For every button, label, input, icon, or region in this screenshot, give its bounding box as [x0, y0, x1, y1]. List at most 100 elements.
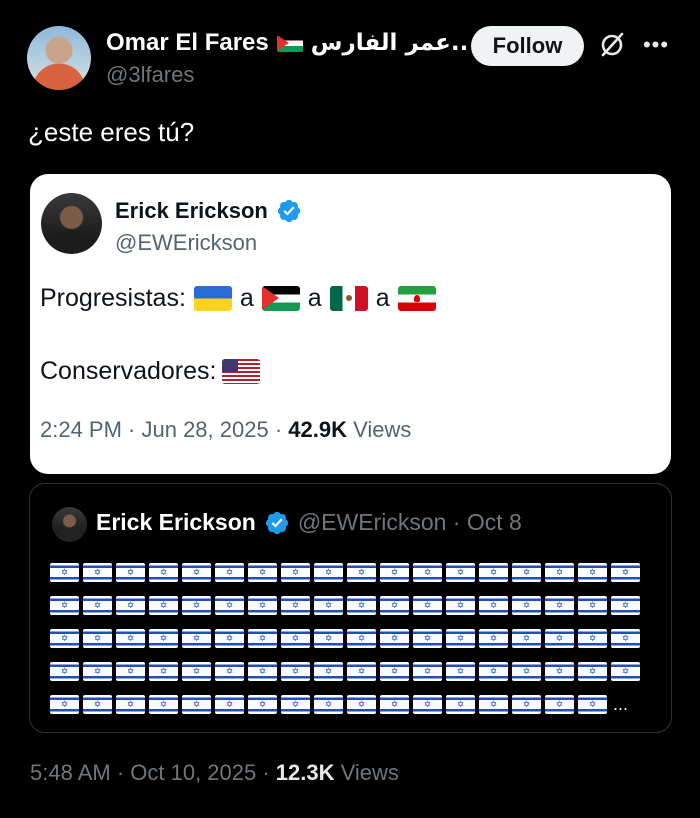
- israel-flag-icon: [446, 596, 475, 615]
- israel-flag-icon: [281, 695, 310, 714]
- israel-flag-icon: [248, 662, 277, 681]
- screenshot-name-row: Erick Erickson: [115, 198, 302, 224]
- screenshot-views-count: 42.9K: [288, 417, 347, 442]
- israel-flag-icon: [512, 629, 541, 648]
- israel-flag-icon: [83, 629, 112, 648]
- israel-flag-icon: [545, 596, 574, 615]
- israel-flag-icon: [281, 629, 310, 648]
- israel-flag-icon: [281, 662, 310, 681]
- israel-flag-icon: [116, 662, 145, 681]
- verified-badge-icon: [264, 510, 290, 536]
- grok-icon[interactable]: [597, 30, 627, 60]
- israel-flag-icon: [50, 629, 79, 648]
- author-name[interactable]: Omar El Fares: [106, 29, 269, 57]
- israel-flag-icon: [545, 563, 574, 582]
- quoted-author-avatar[interactable]: [52, 507, 87, 542]
- conservadores-label: Conservadores:: [40, 357, 217, 385]
- israel-flag-icon: [380, 695, 409, 714]
- israel-flag-icon: [314, 629, 343, 648]
- israel-flag-icon: [248, 629, 277, 648]
- israel-flag-icon: [182, 563, 211, 582]
- israel-flag-icon: [512, 662, 541, 681]
- israel-flag-icon: [116, 695, 145, 714]
- screenshot-avatar: [41, 193, 102, 254]
- israel-flag-icon: [446, 563, 475, 582]
- palestine-flag-icon: [276, 34, 303, 52]
- post-time[interactable]: 5:48 AM · Oct 10, 2025 ·: [30, 760, 276, 785]
- israel-flag-icon: [281, 563, 310, 582]
- post-views-count: 12.3K: [275, 760, 335, 785]
- israel-flag-icon: [50, 563, 79, 582]
- israel-flag-icon: [545, 695, 574, 714]
- israel-flag-icon: [578, 563, 607, 582]
- israel-flag-icon: [479, 629, 508, 648]
- quoted-header: Erick Erickson @EWErickson · Oct 8: [96, 509, 522, 536]
- screenshot-time: 2:24 PM · Jun 28, 2025 ·: [40, 417, 289, 442]
- israel-flag-icon: [314, 596, 343, 615]
- progresistas-label: Progresistas:: [40, 284, 186, 312]
- israel-flag-icon: [380, 596, 409, 615]
- israel-flag-icon: [50, 695, 79, 714]
- israel-flag-icon: [446, 695, 475, 714]
- israel-flag-icon: [380, 563, 409, 582]
- israel-flag-icon: [611, 662, 640, 681]
- israel-flag-icon: [413, 629, 442, 648]
- israel-flag-icon: [149, 695, 178, 714]
- israel-flag-icon: [512, 596, 541, 615]
- israel-flag-icon: [182, 629, 211, 648]
- israel-flag-icon: [116, 596, 145, 615]
- israel-flag-icon: [215, 629, 244, 648]
- israel-flag-icon: [479, 695, 508, 714]
- israel-flag-icon: [248, 695, 277, 714]
- more-options-icon[interactable]: •••: [641, 30, 671, 60]
- israel-flag-icon: [314, 695, 343, 714]
- israel-flag-icon: [116, 563, 145, 582]
- iran-flag-icon: [397, 286, 436, 311]
- embedded-screenshot-image[interactable]: Erick Erickson @EWErickson Progresistas:…: [30, 174, 671, 474]
- israel-flag-icon: [446, 629, 475, 648]
- israel-flag-icon: [182, 596, 211, 615]
- israel-flag-icon: [314, 563, 343, 582]
- israel-flag-icon: [149, 596, 178, 615]
- flag-row: [50, 556, 650, 589]
- usa-flag-icon: [222, 359, 261, 384]
- israel-flag-icon: [182, 695, 211, 714]
- israel-flag-icon: [413, 563, 442, 582]
- author-handle[interactable]: @3lfares: [106, 62, 194, 88]
- israel-flag-icon: [479, 662, 508, 681]
- quoted-handle-date: @EWErickson · Oct 8: [297, 509, 522, 535]
- connector-a: a: [239, 284, 254, 312]
- israel-flag-icon: [380, 662, 409, 681]
- israel-flag-icon: [215, 596, 244, 615]
- israel-flag-icon: [215, 662, 244, 681]
- quoted-tweet[interactable]: Erick Erickson @EWErickson · Oct 8 ...: [29, 483, 672, 733]
- israel-flag-icon: [149, 563, 178, 582]
- ukraine-flag-icon: [193, 286, 232, 311]
- author-name-arabic[interactable]: عمر الفارس..: [311, 30, 469, 56]
- author-avatar[interactable]: [27, 26, 91, 90]
- israel-flag-icon: [446, 662, 475, 681]
- connector-a: a: [307, 284, 322, 312]
- post-views-label: Views: [334, 760, 399, 785]
- israel-flag-icon: [248, 596, 277, 615]
- screenshot-line-progresistas: Progresistas: a a a: [40, 284, 442, 313]
- author-name-row[interactable]: Omar El Fares عمر الفارس..: [106, 28, 502, 58]
- israel-flag-icon: [380, 629, 409, 648]
- israel-flag-icon: [182, 662, 211, 681]
- tweet-text: ¿este eres tú?: [28, 117, 195, 147]
- israel-flag-icon: [149, 662, 178, 681]
- israel-flag-icon: [578, 629, 607, 648]
- post-header: Omar El Fares عمر الفارس.. @3lfares Foll…: [0, 0, 700, 100]
- quoted-author-name[interactable]: Erick Erickson: [96, 509, 256, 536]
- israel-flag-icon: [611, 563, 640, 582]
- israel-flag-icon: [83, 695, 112, 714]
- israel-flag-icon: [413, 662, 442, 681]
- post-meta: 5:48 AM · Oct 10, 2025 · 12.3K Views: [30, 760, 399, 786]
- israel-flag-icon: [215, 563, 244, 582]
- israel-flag-icon: [83, 662, 112, 681]
- israel-flag-icon: [347, 662, 376, 681]
- follow-button[interactable]: Follow: [471, 26, 584, 66]
- israel-flag-icon: [545, 662, 574, 681]
- israel-flag-icon: [512, 563, 541, 582]
- mexico-flag-icon: [329, 286, 368, 311]
